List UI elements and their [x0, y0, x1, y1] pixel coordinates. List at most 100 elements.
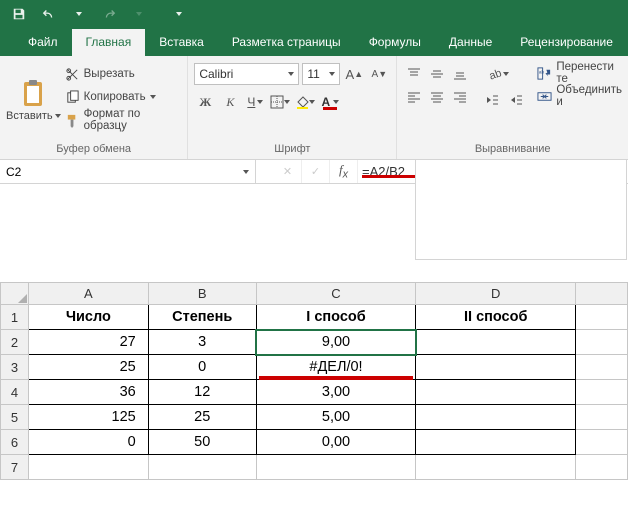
- cell-a5[interactable]: 125: [28, 405, 148, 430]
- align-top-button[interactable]: [403, 63, 425, 85]
- cell-c6[interactable]: 0,00: [256, 430, 416, 455]
- row-header-3[interactable]: 3: [1, 355, 29, 380]
- undo-split-icon[interactable]: [66, 2, 92, 26]
- fill-color-button[interactable]: [294, 91, 316, 113]
- format-painter-label: Формат по образцу: [84, 108, 182, 132]
- align-right-button[interactable]: [449, 86, 471, 108]
- tab-formulas[interactable]: Формулы: [355, 29, 435, 56]
- orientation-button[interactable]: ab: [481, 63, 515, 85]
- row-header-1[interactable]: 1: [1, 305, 29, 330]
- merge-center-button[interactable]: Объединить и: [537, 86, 622, 106]
- cell-e5[interactable]: [576, 405, 628, 430]
- grow-font-button[interactable]: A▲: [343, 63, 365, 85]
- paste-button[interactable]: Вставить: [6, 60, 61, 140]
- shrink-font-button[interactable]: A▼: [368, 63, 390, 85]
- name-box-input[interactable]: [6, 165, 66, 179]
- tab-file[interactable]: Файл: [14, 29, 72, 56]
- save-icon[interactable]: [6, 2, 32, 26]
- col-header-d[interactable]: D: [416, 283, 576, 305]
- cell-b6[interactable]: 50: [148, 430, 256, 455]
- alignment-group-label: Выравнивание: [403, 140, 622, 159]
- ribbon-tabs: Файл Главная Вставка Разметка страницы Ф…: [0, 28, 628, 56]
- cell-d1[interactable]: II способ: [416, 305, 576, 330]
- cell-b5[interactable]: 25: [148, 405, 256, 430]
- wrap-text-button[interactable]: ab Перенести те: [537, 63, 622, 83]
- italic-button[interactable]: К: [219, 91, 241, 113]
- cell-c2[interactable]: 9,00: [256, 330, 416, 355]
- font-name-value: Calibri: [199, 67, 233, 81]
- cell-e7[interactable]: [576, 455, 628, 480]
- decrease-indent-button[interactable]: [481, 89, 503, 111]
- paste-label: Вставить: [6, 111, 53, 122]
- col-header-b[interactable]: B: [148, 283, 256, 305]
- increase-indent-button[interactable]: [505, 89, 527, 111]
- cell-a3[interactable]: 25: [28, 355, 148, 380]
- tab-data[interactable]: Данные: [435, 29, 506, 56]
- row-header-5[interactable]: 5: [1, 405, 29, 430]
- cell-c4[interactable]: 3,00: [256, 380, 416, 405]
- cell-d7[interactable]: [416, 455, 576, 480]
- cell-c5[interactable]: 5,00: [256, 405, 416, 430]
- font-name-combo[interactable]: Calibri: [194, 63, 299, 85]
- quick-access-toolbar: [0, 0, 628, 28]
- font-size-combo[interactable]: 11: [302, 63, 340, 85]
- copy-label: Копировать: [84, 91, 146, 103]
- redo-split-icon[interactable]: [126, 2, 152, 26]
- insert-function-button[interactable]: fx: [330, 160, 358, 183]
- cell-c1[interactable]: I способ: [256, 305, 416, 330]
- tab-insert[interactable]: Вставка: [145, 29, 218, 56]
- tab-review[interactable]: Рецензирование: [506, 29, 627, 56]
- align-left-button[interactable]: [403, 86, 425, 108]
- underline-button[interactable]: Ч: [244, 91, 266, 113]
- cell-b2[interactable]: 3: [148, 330, 256, 355]
- row-header-2[interactable]: 2: [1, 330, 29, 355]
- cell-b7[interactable]: [148, 455, 256, 480]
- cell-a6[interactable]: 0: [28, 430, 148, 455]
- copy-button[interactable]: Копировать: [65, 87, 182, 107]
- redo-icon[interactable]: [96, 2, 122, 26]
- cell-d6[interactable]: [416, 430, 576, 455]
- cell-c7[interactable]: [256, 455, 416, 480]
- col-header-c[interactable]: C: [256, 283, 416, 305]
- align-center-button[interactable]: [426, 86, 448, 108]
- cell-b1[interactable]: Степень: [148, 305, 256, 330]
- row-header-7[interactable]: 7: [1, 455, 29, 480]
- cell-d2[interactable]: [416, 330, 576, 355]
- formula-expand-area: [415, 160, 627, 260]
- cell-d5[interactable]: [416, 405, 576, 430]
- clipboard-group-label: Буфер обмена: [6, 140, 181, 159]
- cell-e2[interactable]: [576, 330, 628, 355]
- select-all-corner[interactable]: [1, 283, 29, 305]
- cell-a2[interactable]: 27: [28, 330, 148, 355]
- cell-a7[interactable]: [28, 455, 148, 480]
- cancel-formula-button[interactable]: ✕: [274, 160, 302, 183]
- tab-page-layout[interactable]: Разметка страницы: [218, 29, 355, 56]
- name-box[interactable]: [0, 160, 256, 183]
- undo-icon[interactable]: [36, 2, 62, 26]
- cell-b4[interactable]: 12: [148, 380, 256, 405]
- tab-home[interactable]: Главная: [72, 29, 146, 56]
- cell-e1[interactable]: [576, 305, 628, 330]
- cell-b3[interactable]: 0: [148, 355, 256, 380]
- cut-button[interactable]: Вырезать: [65, 64, 182, 84]
- col-header-e[interactable]: [576, 283, 628, 305]
- row-header-4[interactable]: 4: [1, 380, 29, 405]
- border-button[interactable]: [269, 91, 291, 113]
- cell-e4[interactable]: [576, 380, 628, 405]
- align-bottom-button[interactable]: [449, 63, 471, 85]
- cell-a1[interactable]: Число: [28, 305, 148, 330]
- cell-e6[interactable]: [576, 430, 628, 455]
- row-header-6[interactable]: 6: [1, 430, 29, 455]
- enter-formula-button[interactable]: ✓: [302, 160, 330, 183]
- customize-qat-icon[interactable]: [166, 2, 192, 26]
- cell-d4[interactable]: [416, 380, 576, 405]
- col-header-a[interactable]: A: [28, 283, 148, 305]
- cell-a4[interactable]: 36: [28, 380, 148, 405]
- cell-d3[interactable]: [416, 355, 576, 380]
- cell-c3[interactable]: #ДЕЛ/0!: [256, 355, 416, 380]
- cell-e3[interactable]: [576, 355, 628, 380]
- bold-button[interactable]: Ж: [194, 91, 216, 113]
- font-color-button[interactable]: A: [319, 91, 341, 113]
- format-painter-button[interactable]: Формат по образцу: [65, 110, 182, 130]
- align-middle-button[interactable]: [426, 63, 448, 85]
